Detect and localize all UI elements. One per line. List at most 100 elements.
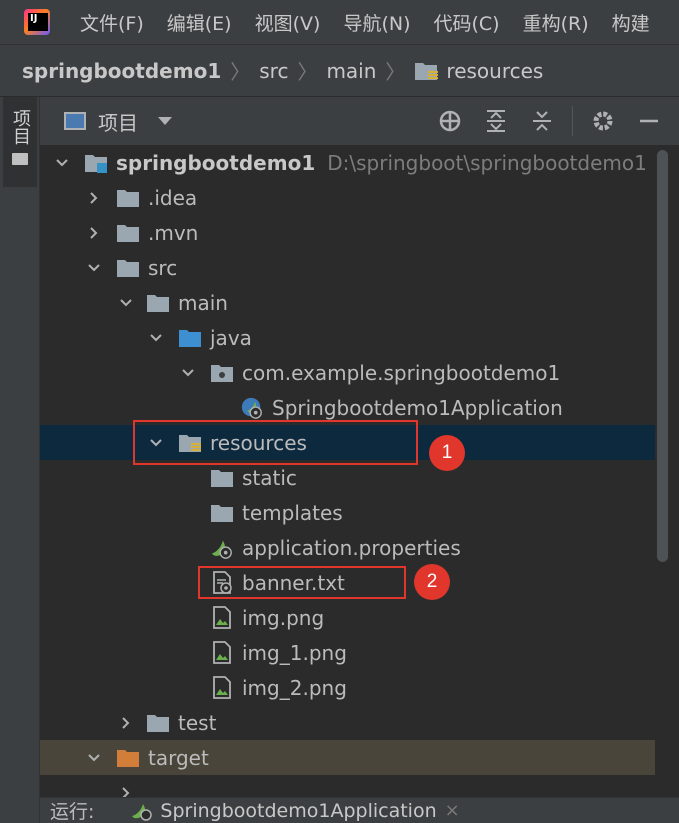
tree-label: java <box>210 325 252 350</box>
chevron-down-icon[interactable] <box>178 363 198 383</box>
chevron-down-icon[interactable] <box>146 328 166 348</box>
breadcrumb-project[interactable]: springbootdemo1 <box>22 59 221 83</box>
folder-icon <box>146 292 170 314</box>
locate-file-icon[interactable] <box>434 105 466 137</box>
tree-item-idea[interactable]: .idea <box>40 180 655 215</box>
folder-icon <box>12 153 28 165</box>
chevron-down-icon[interactable] <box>84 258 104 278</box>
tree-label: test <box>178 710 217 735</box>
root-path: D:\springboot\springbootdemo1 <box>327 150 647 175</box>
tree-label: img_2.png <box>242 675 347 700</box>
chevron-right-icon[interactable] <box>116 713 136 733</box>
tree-label: img.png <box>242 605 325 630</box>
tree-label: Springbootdemo1Application <box>272 395 563 420</box>
image-file-icon <box>210 675 234 699</box>
expand-all-icon[interactable] <box>480 105 512 137</box>
tree-item-package[interactable]: com.example.springbootdemo1 <box>40 355 655 390</box>
collapse-all-icon[interactable] <box>526 105 558 137</box>
menu-bar: 文件(F) 编辑(E) 视图(V) 导航(N) 代码(C) 重构(R) 构建 <box>0 0 679 44</box>
menu-code[interactable]: 代码(C) <box>433 9 499 36</box>
menu-edit[interactable]: 编辑(E) <box>167 9 232 36</box>
chevron-right-icon <box>116 783 136 797</box>
menu-refactor[interactable]: 重构(R) <box>523 9 589 36</box>
tree-label: templates <box>242 500 343 525</box>
panel-toolbar <box>420 97 665 145</box>
dropdown-caret-icon[interactable] <box>158 117 172 125</box>
project-tab-label: 项目 <box>10 109 31 145</box>
folder-icon <box>116 187 140 209</box>
folder-icon <box>210 467 234 489</box>
tree-item-img[interactable]: img.png <box>40 600 655 635</box>
tool-window-strip: 项目 <box>0 97 40 823</box>
tree-item-static[interactable]: static <box>40 460 655 495</box>
chevron-right-icon: 〉 <box>297 60 318 84</box>
chevron-down-icon[interactable] <box>84 748 104 768</box>
project-tree: springbootdemo1 D:\springboot\springboot… <box>40 145 655 797</box>
tree-scrollbar-thumb[interactable] <box>657 150 668 562</box>
breadcrumb-resources[interactable]: resources <box>446 59 543 83</box>
folder-icon <box>146 712 170 734</box>
tree-label: com.example.springbootdemo1 <box>242 360 561 385</box>
tree-item-main[interactable]: main <box>40 285 655 320</box>
tree-label: src <box>148 255 178 280</box>
chevron-right-icon: 〉 <box>230 60 251 84</box>
breadcrumb-src[interactable]: src <box>259 59 288 83</box>
image-file-icon <box>210 640 234 664</box>
tree-item-img2[interactable]: img_2.png <box>40 670 655 705</box>
project-view-icon <box>64 112 86 130</box>
tree-label: img_1.png <box>242 640 347 665</box>
run-tab-label[interactable]: Springbootdemo1Application <box>160 800 436 822</box>
excluded-folder-icon <box>116 747 140 769</box>
menu-view[interactable]: 视图(V) <box>255 9 321 36</box>
chevron-down-icon[interactable] <box>116 293 136 313</box>
annotation-badge-1: 1 <box>429 435 465 471</box>
folder-icon <box>210 502 234 524</box>
chevron-down-icon[interactable] <box>52 153 72 173</box>
tree-label: .mvn <box>148 220 199 245</box>
menu-build[interactable]: 构建 <box>612 9 650 36</box>
panel-title[interactable]: 项目 <box>98 107 138 136</box>
breadcrumb: springbootdemo1 〉 src 〉 main 〉 resources <box>0 44 679 97</box>
breadcrumb-main[interactable]: main <box>326 59 376 83</box>
tree-item-java[interactable]: java <box>40 320 655 355</box>
menu-navigate[interactable]: 导航(N) <box>343 9 410 36</box>
tree-item-img1[interactable]: img_1.png <box>40 635 655 670</box>
tree-label: target <box>148 745 209 770</box>
tree-label: static <box>242 465 297 490</box>
project-tool-tab[interactable]: 项目 <box>3 97 37 187</box>
intellij-logo-icon <box>24 9 50 35</box>
tree-item-target[interactable]: target <box>40 740 655 775</box>
image-file-icon <box>210 605 234 629</box>
tree-item-application-properties[interactable]: application.properties <box>40 530 655 565</box>
spring-class-icon <box>240 397 264 419</box>
spring-run-icon <box>132 803 153 821</box>
tree-label: main <box>178 290 228 315</box>
project-panel-header: 项目 <box>40 97 679 145</box>
gear-icon[interactable] <box>587 105 619 137</box>
folder-icon <box>116 257 140 279</box>
run-tool-bar: 运行: Springbootdemo1Application × <box>40 797 679 823</box>
menu-file[interactable]: 文件(F) <box>80 9 144 36</box>
run-label: 运行: <box>50 801 95 823</box>
resources-folder-icon <box>415 62 439 80</box>
close-icon[interactable]: × <box>445 800 460 821</box>
tree-label: application.properties <box>242 535 461 560</box>
tree-item-test[interactable]: test <box>40 705 655 740</box>
tree-item-partial <box>40 775 655 797</box>
chevron-right-icon[interactable] <box>84 223 104 243</box>
tree-item-root[interactable]: springbootdemo1 D:\springboot\springboot… <box>40 145 655 180</box>
annotation-box-banner <box>198 566 406 599</box>
tree-item-mvn[interactable]: .mvn <box>40 215 655 250</box>
module-folder-icon <box>84 152 108 174</box>
toolbar-divider <box>572 106 573 136</box>
annotation-badge-2: 2 <box>414 564 450 600</box>
minimize-icon[interactable] <box>633 105 665 137</box>
tree-item-src[interactable]: src <box>40 250 655 285</box>
chevron-right-icon: 〉 <box>385 60 406 84</box>
package-icon <box>210 362 234 384</box>
annotation-box-resources <box>133 420 418 465</box>
root-label: springbootdemo1 <box>116 150 316 175</box>
chevron-right-icon[interactable] <box>84 188 104 208</box>
tree-item-templates[interactable]: templates <box>40 495 655 530</box>
source-folder-icon <box>178 327 202 349</box>
